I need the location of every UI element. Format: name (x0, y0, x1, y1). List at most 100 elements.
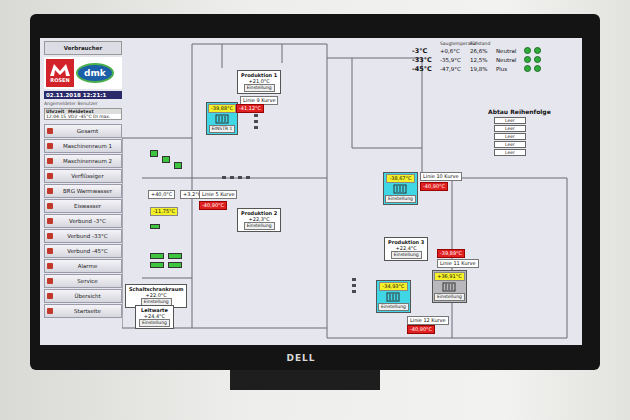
room-card: Produktion 2 +22,3°C Einstellung (237, 208, 281, 232)
status-dot-icon[interactable] (524, 56, 531, 63)
line-tag: +40,0°C (148, 190, 175, 199)
setpoint: -45°C (412, 65, 436, 73)
unit-button[interactable]: Einstellung (434, 293, 465, 301)
status-dot-icon[interactable] (524, 65, 531, 72)
fill-level: 19,8% (470, 66, 496, 72)
unit-reading: -39,88°C (208, 104, 236, 113)
nav-label: Service (56, 278, 119, 284)
mode: Plus (496, 66, 524, 72)
line-tag: Linie 11 Kurve (437, 259, 479, 268)
logo-left-text: ROSEN (50, 77, 69, 83)
unit-button[interactable]: Einstellung (378, 303, 409, 311)
mode: Neutral (496, 57, 524, 63)
nav-item[interactable]: Verbund -45°C (44, 244, 122, 258)
cooler-unit[interactable]: +36,91°C Einstellung (432, 270, 467, 303)
status-dot-icon[interactable] (524, 47, 531, 54)
settings-button[interactable]: Einstellung (244, 222, 275, 230)
nav-icon (47, 173, 53, 179)
room-card: Produktion 1 +21,0°C Einstellung (237, 70, 281, 94)
suction-temp: -47,9°C (440, 66, 470, 72)
unit-reading: -38,67°C (386, 174, 414, 183)
unit-button[interactable]: EINSTR 1 (209, 125, 236, 133)
status-dot-icon[interactable] (534, 56, 541, 63)
cooler-unit[interactable]: -39,88°C EINSTR 1 (206, 102, 238, 135)
status-indicator (150, 150, 158, 157)
defrost-slot[interactable]: Leer (494, 133, 526, 140)
alarm-row[interactable]: 12:04:15VD2 -45°C DI max. (45, 114, 121, 119)
nav-item[interactable]: Verflüssiger (44, 169, 122, 183)
cooler-unit[interactable]: -38,67°C Einstellung (383, 172, 418, 205)
nav-icon (47, 143, 53, 149)
defrost-slot[interactable]: Leer (494, 125, 526, 132)
m-mark-icon (49, 63, 71, 77)
nav-label: Verbund -33°C (56, 233, 119, 239)
defrost-slot[interactable]: Leer (494, 149, 526, 156)
consumer-button[interactable]: Verbraucher (44, 41, 122, 55)
nav-label: Verflüssiger (56, 173, 119, 179)
line-tag: Linie 10 Kurve (420, 172, 462, 181)
settings-button[interactable]: Einstellung (244, 84, 275, 92)
room-name: Produktion 1 (241, 72, 277, 78)
line-tag: -39,89°C (437, 249, 465, 258)
nav-item[interactable]: Verbund -33°C (44, 229, 122, 243)
line-tag: -40,90°C (420, 182, 448, 191)
nav-icon (47, 218, 53, 224)
nav-item[interactable]: Startseite (44, 304, 122, 318)
mode: Neutral (496, 48, 524, 54)
room-card: Produktion 3 +22,4°C Einstellung (384, 237, 428, 261)
suction-temp: +0,6°C (440, 48, 470, 54)
alarm-column: Uhrzeit (46, 109, 68, 114)
suction-row: -3°C +0,6°C 26,6% Neutral (412, 46, 578, 55)
defrost-slot[interactable]: Leer (494, 141, 526, 148)
setpoint: -33°C (412, 56, 436, 64)
nav-item[interactable]: Eiswasser (44, 199, 122, 213)
nav-item[interactable]: Übersicht (44, 289, 122, 303)
alarm-header: UhrzeitMeldetext (45, 109, 121, 114)
datetime: 02.11.2018 12:21:1 (44, 91, 122, 99)
nav-label: Verbund -3°C (56, 218, 119, 224)
nav-item[interactable]: Maschinenraum 2 (44, 154, 122, 168)
unit-reading: -34,93°C (379, 282, 407, 291)
floor-plan: Produktion 1 +21,0°C EinstellungProdukti… (122, 38, 582, 345)
suction-table: Saugtemperatur Füllstand -3°C +0,6°C 26,… (412, 40, 578, 73)
nav-icon (47, 158, 53, 164)
defrost-slot[interactable]: Leer (494, 117, 526, 124)
status-dot-icon[interactable] (534, 47, 541, 54)
unit-button[interactable]: Einstellung (385, 195, 416, 203)
nav-label: Maschinenraum 2 (56, 158, 119, 164)
nav-label: Maschinenraum 1 (56, 143, 119, 149)
nav-label: Gesamt (56, 128, 119, 134)
sidebar: Verbraucher ROSEN dmk 02.11.2018 12:21:1… (44, 38, 122, 345)
status-indicator (168, 253, 182, 259)
line-tag: Linie 5 Kurve (199, 190, 237, 199)
nav-item[interactable]: Service (44, 274, 122, 288)
line-tag: -11,75°C (150, 207, 178, 216)
nav-icon (47, 248, 53, 254)
line-tag: -41,12°C (236, 104, 264, 113)
photo-background: Verbraucher ROSEN dmk 02.11.2018 12:21:1… (0, 0, 630, 420)
nav-icon (47, 308, 53, 314)
status-dot-icon[interactable] (534, 65, 541, 72)
screen: Verbraucher ROSEN dmk 02.11.2018 12:21:1… (40, 38, 582, 345)
cooler-unit[interactable]: -34,93°C Einstellung (376, 280, 411, 313)
nav-label: Startseite (56, 308, 119, 314)
nav-icon (47, 203, 53, 209)
monitor-stand (230, 370, 380, 390)
nav-label: Eiswasser (56, 203, 119, 209)
nav-list: Gesamt Maschinenraum 1 Maschinenraum 2 V… (44, 124, 122, 318)
user-label: Angemeldeter Benutzer (44, 101, 122, 106)
nav-item[interactable]: BRG Warmwasser (44, 184, 122, 198)
suction-column: Saugtemperatur (440, 41, 470, 46)
fill-level: 26,6% (470, 48, 496, 54)
nav-label: Übersicht (56, 293, 119, 299)
suction-header: Saugtemperatur Füllstand (412, 40, 578, 46)
nav-item[interactable]: Alarme (44, 259, 122, 273)
settings-button[interactable]: Einstellung (139, 319, 170, 327)
unit-reading: +36,91°C (434, 272, 465, 281)
settings-button[interactable]: Einstellung (391, 251, 422, 259)
nav-label: Verbund -45°C (56, 248, 119, 254)
nav-item[interactable]: Maschinenraum 1 (44, 139, 122, 153)
line-tag: -40,90°C (407, 325, 435, 334)
nav-item[interactable]: Verbund -3°C (44, 214, 122, 228)
nav-item[interactable]: Gesamt (44, 124, 122, 138)
